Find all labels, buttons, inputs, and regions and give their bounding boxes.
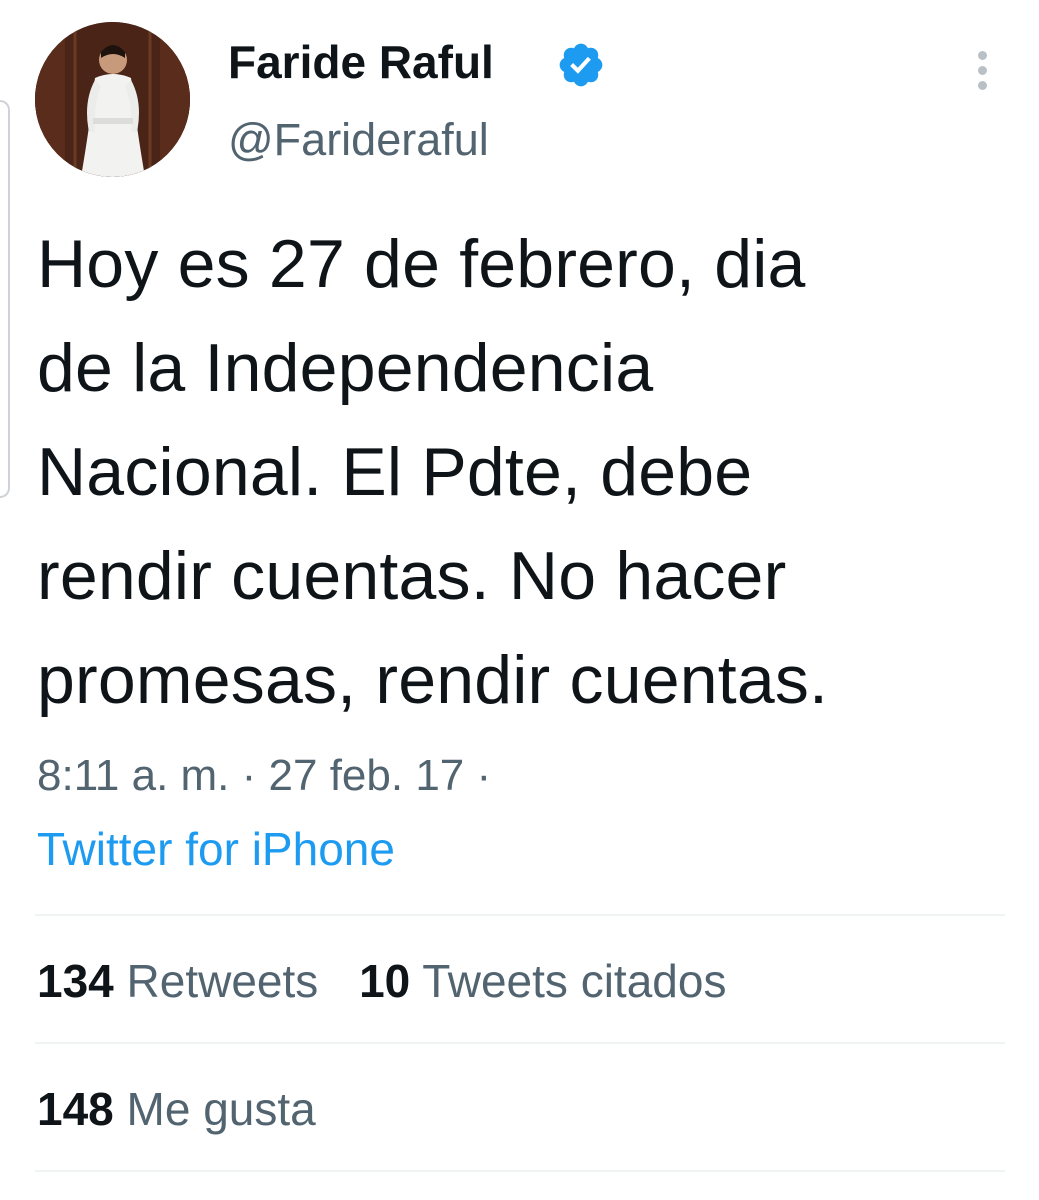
likes-count: 148 <box>37 1083 114 1135</box>
more-dot <box>977 65 987 75</box>
retweets-count: 134 <box>37 955 114 1007</box>
tweet-text-line: promesas, rendir cuentas. <box>37 642 829 718</box>
tweet-text-line: rendir cuentas. No hacer <box>37 538 787 614</box>
meta-separator: · <box>241 751 257 800</box>
meta-separator: · <box>476 751 492 800</box>
quote-tweets-stat[interactable]: 10 Tweets citados <box>359 952 726 1010</box>
divider <box>35 914 1005 916</box>
quote-tweets-label: Tweets citados <box>422 955 727 1007</box>
tweet-time: 8:11 a. m. <box>37 751 230 800</box>
stats-row: 134 Retweets 10 Tweets citados <box>37 952 754 1010</box>
tweet-date: 27 feb. 17 <box>268 751 465 800</box>
divider <box>35 1170 1005 1172</box>
likes-row: 148 Me gusta <box>37 1080 344 1138</box>
likes-label: Me gusta <box>126 1083 316 1135</box>
more-options-icon[interactable] <box>964 44 1000 96</box>
tweet-source-link[interactable]: Twitter for iPhone <box>37 820 395 878</box>
tweet-text-line: de la Independencia <box>37 330 654 406</box>
tweet-text: Hoy es 27 de febrero, dia de la Independ… <box>37 212 1017 732</box>
profile-photo-icon <box>35 22 190 177</box>
retweets-label: Retweets <box>126 955 319 1007</box>
quote-tweets-count: 10 <box>359 955 411 1007</box>
verified-badge-icon <box>559 43 603 87</box>
author-name[interactable]: Faride Raful <box>228 34 494 90</box>
tweet-timestamp[interactable]: 8:11 a. m. · 27 feb. 17 · <box>37 748 491 804</box>
likes-stat[interactable]: 148 Me gusta <box>37 1080 316 1138</box>
more-dot <box>977 50 987 60</box>
tweet-text-line: Hoy es 27 de febrero, dia <box>37 226 806 302</box>
side-scroll-edge <box>0 100 10 498</box>
author-avatar[interactable] <box>35 22 190 177</box>
retweets-stat[interactable]: 134 Retweets <box>37 952 318 1010</box>
author-handle[interactable]: @Farideraful <box>228 112 489 168</box>
more-dot <box>977 80 987 90</box>
divider <box>35 1042 1005 1044</box>
tweet-text-line: Nacional. El Pdte, debe <box>37 434 753 510</box>
